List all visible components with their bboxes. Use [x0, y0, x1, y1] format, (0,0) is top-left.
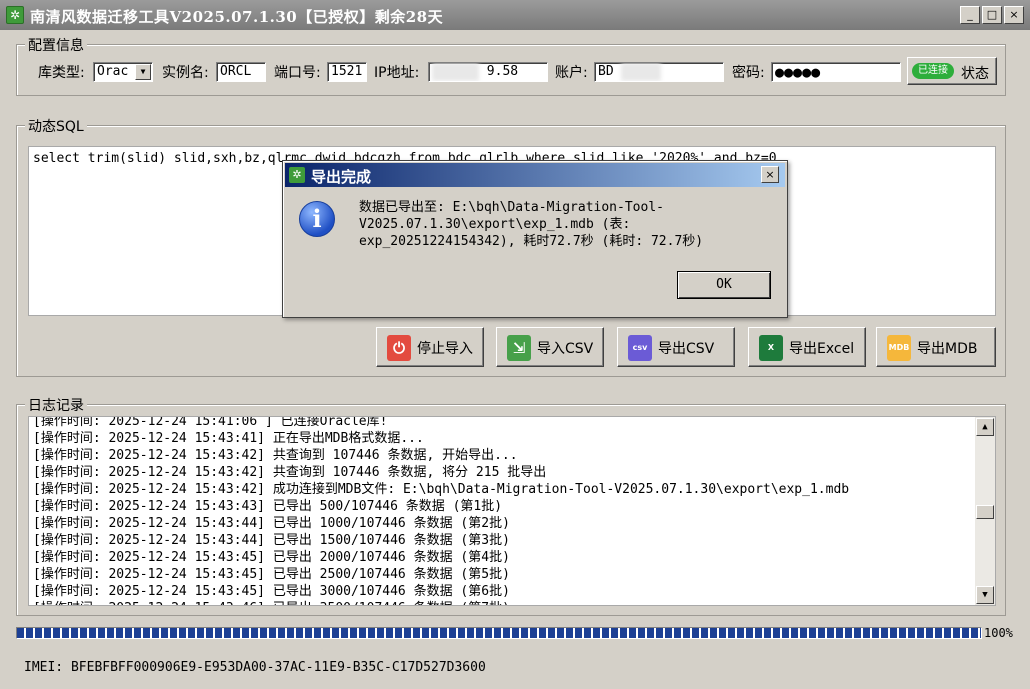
app-icon: ✲: [289, 167, 305, 183]
app-icon: ✲: [6, 6, 24, 24]
maximize-button[interactable]: □: [982, 6, 1002, 24]
progress-percent: 100%: [984, 626, 1013, 640]
power-icon: ⏻: [387, 335, 411, 361]
dialog-title-bar[interactable]: ✲ 导出完成 ×: [285, 163, 785, 187]
port-label: 端口号:: [274, 65, 321, 81]
info-icon: i: [299, 201, 335, 237]
log-line: [操作时间: 2025-12-24 15:43:45] 已导出 2000/107…: [33, 550, 510, 565]
password-label: 密码:: [732, 65, 765, 81]
scroll-down-icon[interactable]: ▼: [976, 586, 994, 604]
account-input[interactable]: BD █████: [594, 62, 724, 82]
csv-file-icon: csv: [628, 335, 652, 361]
port-input[interactable]: 1521: [327, 62, 367, 82]
minimize-button[interactable]: _: [960, 6, 980, 24]
export-csv-button[interactable]: csv 导出CSV: [617, 327, 735, 367]
ip-redacted: ██████: [432, 63, 479, 81]
status-button-label: 状态: [961, 66, 989, 82]
db-type-select[interactable]: Orac ▼: [93, 62, 153, 82]
export-excel-label: 导出Excel: [789, 341, 855, 357]
config-group-label: 配置信息: [25, 35, 87, 55]
log-line: [操作时间: 2025-12-24 15:43:45] 已导出 3000/107…: [33, 584, 510, 599]
ip-value: 9.58: [486, 64, 519, 79]
scroll-up-icon[interactable]: ▲: [976, 418, 994, 436]
instance-input[interactable]: ORCL: [216, 62, 266, 82]
stop-import-button[interactable]: ⏻ 停止导入: [376, 327, 484, 367]
title-bar[interactable]: ✲ 南清风数据迁移工具V2025.07.1.30【已授权】剩余28天 _ □ ×: [0, 0, 1030, 30]
account-value: BD: [598, 64, 614, 79]
log-line: [操作时间: 2025-12-24 15:43:44] 已导出 1000/107…: [33, 516, 510, 531]
export-complete-dialog[interactable]: ✲ 导出完成 × i 数据已导出至: E:\bqh\Data-Migration…: [282, 160, 788, 318]
excel-icon: X: [759, 335, 783, 361]
log-line: [操作时间: 2025-12-24 15:43:45] 已导出 2500/107…: [33, 567, 510, 582]
account-redacted: █████: [621, 63, 661, 81]
mdb-icon: MDB: [887, 335, 911, 361]
log-panel[interactable]: [操作时间: 2025-12-24 15:41:06 ] 已连接Oracle库!…: [28, 416, 996, 606]
log-line: [操作时间: 2025-12-24 15:43:43] 已导出 500/1074…: [33, 499, 503, 514]
log-line: [操作时间: 2025-12-24 15:43:44] 已导出 1500/107…: [33, 533, 510, 548]
window-title: 南清风数据迁移工具V2025.07.1.30【已授权】剩余28天: [30, 8, 444, 26]
status-badge: 已连接: [912, 63, 954, 79]
dialog-title: 导出完成: [311, 168, 372, 186]
password-input[interactable]: ●●●●●: [771, 62, 901, 82]
import-csv-label: 导入CSV: [537, 341, 594, 357]
import-csv-button[interactable]: ⇲ 导入CSV: [496, 327, 604, 367]
ip-input[interactable]: ██████ 9.58: [428, 62, 548, 82]
log-line: [操作时间: 2025-12-24 15:41:06 ] 已连接Oracle库!: [33, 416, 388, 429]
log-line: [操作时间: 2025-12-24 15:43:42] 共查询到 107446 …: [33, 465, 547, 480]
sql-group-label: 动态SQL: [25, 116, 87, 136]
db-type-label: 库类型:: [38, 65, 85, 81]
progress-bar: [16, 627, 982, 639]
scroll-thumb[interactable]: [976, 505, 994, 519]
log-line: [操作时间: 2025-12-24 15:43:42] 成功连接到MDB文件: …: [33, 482, 850, 497]
dialog-close-button[interactable]: ×: [761, 166, 779, 183]
stop-import-label: 停止导入: [417, 341, 473, 357]
log-line: [操作时间: 2025-12-24 15:43:41] 正在导出MDB格式数据.…: [33, 431, 424, 446]
export-excel-button[interactable]: X 导出Excel: [748, 327, 866, 367]
log-scrollbar[interactable]: ▲ ▼: [975, 417, 995, 605]
import-csv-icon: ⇲: [507, 335, 531, 361]
db-type-value: Orac: [97, 64, 129, 79]
account-label: 账户:: [555, 65, 588, 81]
instance-label: 实例名:: [162, 65, 209, 81]
log-line: [操作时间: 2025-12-24 15:43:46] 已导出 3500/107…: [29, 600, 995, 605]
export-mdb-button[interactable]: MDB 导出MDB: [876, 327, 996, 367]
chevron-down-icon[interactable]: ▼: [135, 64, 151, 80]
imei-text: IMEI: BFEBFBFF000906E9-E953DA00-37AC-11E…: [24, 660, 486, 675]
progress-fill: [17, 628, 981, 638]
ok-button[interactable]: OK: [677, 271, 771, 299]
export-mdb-label: 导出MDB: [917, 341, 978, 357]
export-csv-label: 导出CSV: [658, 341, 715, 357]
dialog-message: 数据已导出至: E:\bqh\Data-Migration-Tool- V202…: [359, 200, 704, 249]
log-line: [操作时间: 2025-12-24 15:43:42] 共查询到 107446 …: [33, 448, 518, 463]
status-button[interactable]: 已连接 状态: [907, 57, 997, 85]
log-group-label: 日志记录: [25, 395, 87, 415]
ip-label: IP地址:: [374, 65, 420, 81]
close-button[interactable]: ×: [1004, 6, 1024, 24]
